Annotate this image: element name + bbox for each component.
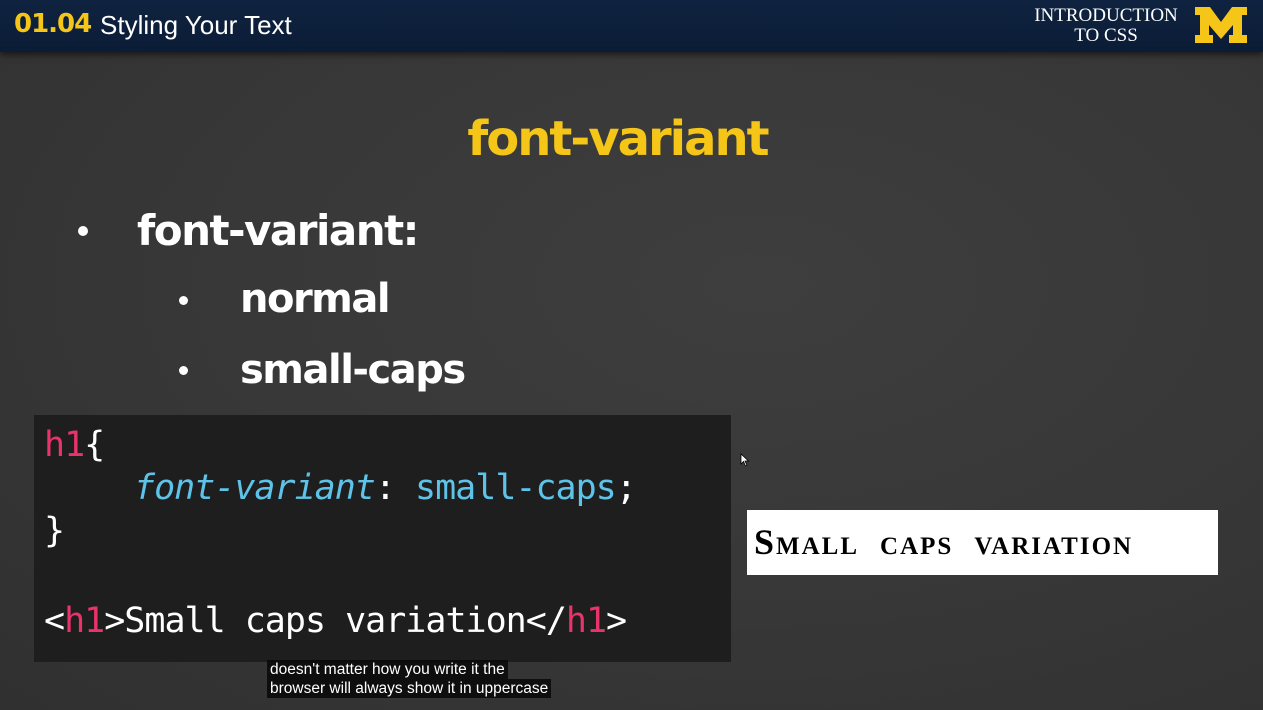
course-title: INTRODUCTION TO CSS xyxy=(1024,6,1188,46)
code-open-brace: { xyxy=(84,425,105,465)
mouse-pointer-icon xyxy=(740,453,750,467)
block-m-logo xyxy=(1195,7,1247,43)
code-html-open-tag: h1 xyxy=(64,601,105,641)
bullet-font-variant: font-variant: xyxy=(137,206,419,255)
code-line-html: <h1>Small caps variation</h1> xyxy=(44,601,627,641)
code-html-content: >Small caps variation</ xyxy=(104,601,567,641)
small-caps-demo-box: Small caps variation xyxy=(747,510,1218,575)
code-value: small-caps xyxy=(415,468,617,508)
code-semicolon: ; xyxy=(615,468,637,508)
code-html-close-tag: h1 xyxy=(565,601,607,641)
course-title-line1: INTRODUCTION xyxy=(1034,5,1178,26)
code-selector-tag: h1 xyxy=(44,425,85,465)
video-captions: doesn't matter how you write it the brow… xyxy=(267,660,552,698)
code-html-lt: < xyxy=(44,601,65,641)
code-html-gt: > xyxy=(606,601,627,641)
small-caps-demo-text: Small caps variation xyxy=(754,522,1134,562)
sub-bullet-dot xyxy=(179,366,188,375)
lesson-number: 01.04 xyxy=(14,9,92,39)
video-header-bar: 01.04 Styling Your Text INTRODUCTION TO … xyxy=(0,0,1263,52)
code-line-declaration: font-variant: small-caps; xyxy=(134,468,637,508)
bullet-dot xyxy=(78,226,88,236)
slide-title: font-variant xyxy=(467,111,769,167)
sub-bullet-dot xyxy=(179,296,188,305)
code-snippet-panel: h1{ font-variant: small-caps; } <h1>Smal… xyxy=(34,415,731,662)
sub-bullet-small-caps: small-caps xyxy=(240,347,466,393)
sub-bullet-normal: normal xyxy=(240,276,391,322)
caption-line1: doesn't matter how you write it the xyxy=(267,660,508,679)
course-title-line2: TO CSS xyxy=(1074,25,1138,46)
code-property: font-variant xyxy=(134,468,376,508)
lesson-title: Styling Your Text xyxy=(100,10,292,40)
code-line-selector: h1{ xyxy=(44,425,105,465)
code-close-brace: } xyxy=(44,511,65,551)
caption-line2: browser will always show it in uppercase xyxy=(267,679,552,698)
code-colon: : xyxy=(374,468,396,508)
